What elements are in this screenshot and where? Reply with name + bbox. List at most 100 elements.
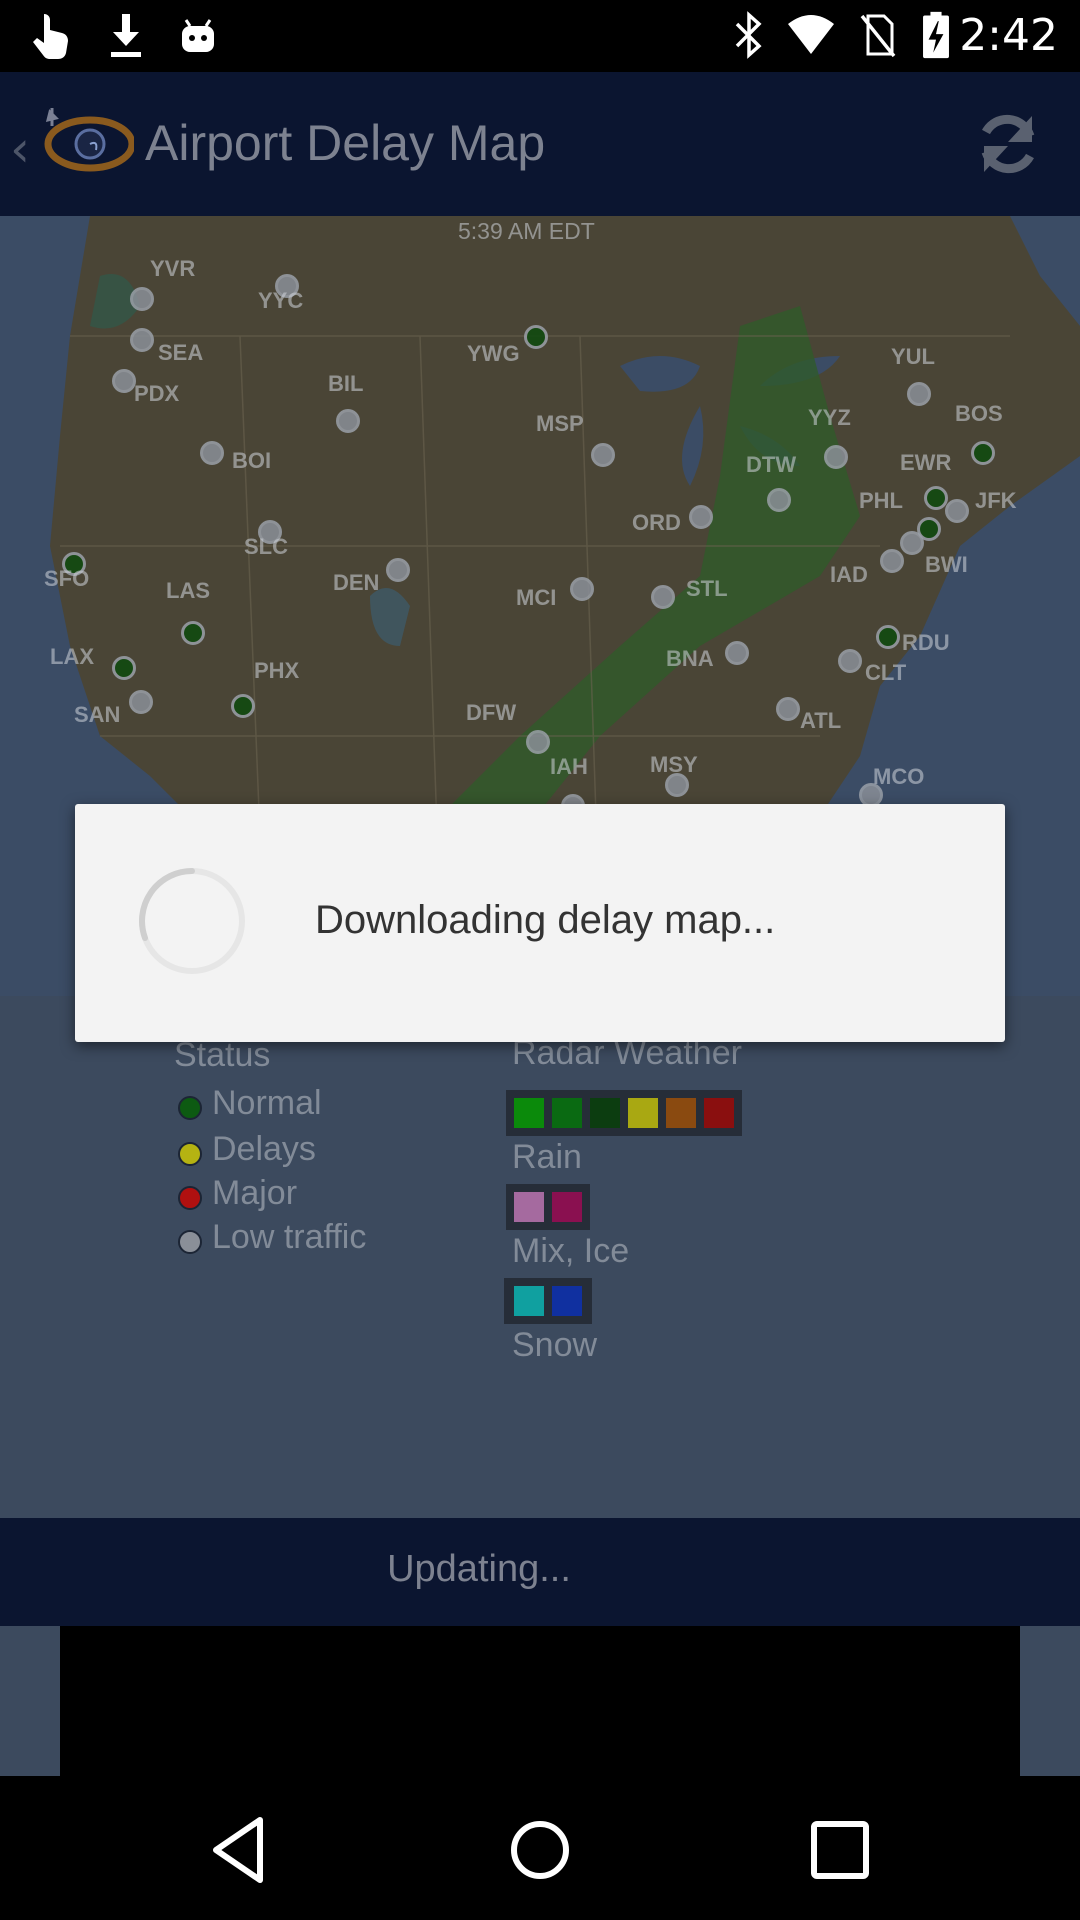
airport-marker-clt[interactable]	[838, 649, 862, 673]
airport-marker-iad[interactable]	[880, 549, 904, 573]
home-icon[interactable]	[500, 1810, 580, 1890]
airport-marker-phx[interactable]	[231, 694, 255, 718]
back-chevron-icon[interactable]: ‹	[10, 120, 30, 178]
airport-label-san: SAN	[74, 702, 121, 727]
radar-swatch	[552, 1192, 582, 1222]
wifi-icon	[788, 15, 834, 54]
airport-marker-yul[interactable]	[907, 382, 931, 406]
airport-label-rdu: RDU	[902, 630, 950, 655]
airport-label-stl: STL	[686, 576, 728, 601]
radar-swatch	[552, 1286, 582, 1316]
legend-normal-label: Normal	[212, 1084, 322, 1122]
airport-marker-jfk[interactable]	[945, 499, 969, 523]
airport-label-yyz: YYZ	[808, 405, 851, 430]
airport-label-dtw: DTW	[746, 452, 797, 477]
no-sim-icon	[860, 14, 896, 58]
radar-swatch	[628, 1098, 658, 1128]
airport-label-boi: BOI	[232, 448, 272, 473]
airport-label-yvr: YVR	[150, 256, 196, 281]
airport-label-jfk: JFK	[975, 488, 1017, 513]
airport-marker-mci[interactable]	[570, 577, 594, 601]
airport-label-iah: IAH	[550, 754, 588, 779]
refresh-icon[interactable]	[970, 106, 1046, 182]
airport-label-lax: LAX	[50, 644, 94, 669]
airport-marker-yyz[interactable]	[824, 445, 848, 469]
radar-swatch	[590, 1098, 620, 1128]
airport-label-sea: SEA	[158, 340, 204, 365]
airport-label-ord: ORD	[632, 510, 681, 535]
airport-label-dfw: DFW	[466, 700, 517, 725]
airport-marker-dfw[interactable]	[526, 730, 550, 754]
airport-label-phl: PHL	[859, 488, 903, 513]
dialog-message: Downloading delay map...	[315, 898, 776, 942]
app-bar: ‹ Airport Delay Map	[0, 72, 1080, 216]
airport-label-msp: MSP	[536, 411, 584, 436]
radar-swatch	[514, 1286, 544, 1316]
airport-marker-den[interactable]	[386, 558, 410, 582]
airport-label-phx: PHX	[254, 658, 300, 683]
legend-rain-label: Rain	[512, 1138, 582, 1176]
back-icon[interactable]	[200, 1810, 280, 1890]
airport-marker-atl[interactable]	[776, 697, 800, 721]
legend-major-label: Major	[212, 1174, 298, 1212]
airport-label-ewr: EWR	[900, 450, 952, 475]
airport-label-bos: BOS	[955, 401, 1003, 426]
updating-bar: Updating...	[0, 1518, 1080, 1626]
airport-marker-rdu[interactable]	[876, 625, 900, 649]
radar-swatch	[704, 1098, 734, 1128]
airport-marker-las[interactable]	[181, 621, 205, 645]
airport-marker-msp[interactable]	[591, 443, 615, 467]
navigation-bar	[0, 1776, 1080, 1920]
airport-marker-yvr[interactable]	[130, 287, 154, 311]
legend-delays-dot	[178, 1142, 202, 1166]
airport-marker-ewr[interactable]	[924, 486, 948, 510]
airport-label-ywg: YWG	[467, 341, 520, 366]
radar-swatch	[552, 1098, 582, 1128]
airport-marker-ord[interactable]	[689, 505, 713, 529]
airport-marker-bna[interactable]	[725, 641, 749, 665]
airport-marker-lax[interactable]	[112, 656, 136, 680]
airport-label-clt: CLT	[865, 660, 907, 685]
airport-label-bna: BNA	[666, 646, 714, 671]
airport-label-pdx: PDX	[134, 381, 180, 406]
legend-snow-label: Snow	[512, 1326, 598, 1364]
legend-mix-ice-label: Mix, Ice	[512, 1232, 630, 1270]
airport-marker-pdx[interactable]	[112, 369, 136, 393]
airport-marker-sea[interactable]	[130, 328, 154, 352]
ad-banner[interactable]	[60, 1626, 1020, 1776]
legend-low-traffic-dot	[178, 1230, 202, 1254]
radar-swatch	[666, 1098, 696, 1128]
airport-label-mci: MCI	[516, 585, 557, 610]
airport-marker-bil[interactable]	[336, 409, 360, 433]
app-logo-icon[interactable]	[38, 104, 134, 180]
map-timestamp: 5:39 AM EDT	[458, 218, 595, 244]
download-icon	[111, 14, 141, 57]
airport-label-bil: BIL	[328, 371, 364, 396]
updating-text: Updating...	[387, 1548, 571, 1590]
airport-label-atl: ATL	[800, 708, 842, 733]
airport-label-msy: MSY	[650, 752, 698, 777]
airport-marker-bwi[interactable]	[900, 531, 924, 555]
airport-label-slc: SLC	[244, 534, 288, 559]
radar-swatch	[514, 1192, 544, 1222]
airport-marker-san[interactable]	[129, 690, 153, 714]
recents-icon[interactable]	[800, 1810, 880, 1890]
battery-charging-icon	[923, 11, 949, 59]
airport-marker-stl[interactable]	[651, 585, 675, 609]
touch-icon	[33, 14, 68, 59]
airport-label-las: LAS	[166, 578, 210, 603]
airport-marker-dtw[interactable]	[767, 488, 791, 512]
airport-marker-bos[interactable]	[971, 441, 995, 465]
airport-marker-boi[interactable]	[200, 441, 224, 465]
bluetooth-icon	[735, 11, 762, 59]
airport-marker-ywg[interactable]	[524, 325, 548, 349]
airport-label-mco: MCO	[873, 764, 925, 789]
legend-delays-label: Delays	[212, 1130, 316, 1168]
android-icon	[182, 19, 214, 52]
radar-swatch	[514, 1098, 544, 1128]
airport-label-iad: IAD	[830, 562, 868, 587]
legend-normal-dot	[178, 1096, 202, 1120]
airport-label-sfo: SFO	[44, 566, 90, 591]
progress-dialog: Downloading delay map...	[75, 804, 1005, 1042]
legend-low-traffic-label: Low traffic	[212, 1218, 367, 1256]
